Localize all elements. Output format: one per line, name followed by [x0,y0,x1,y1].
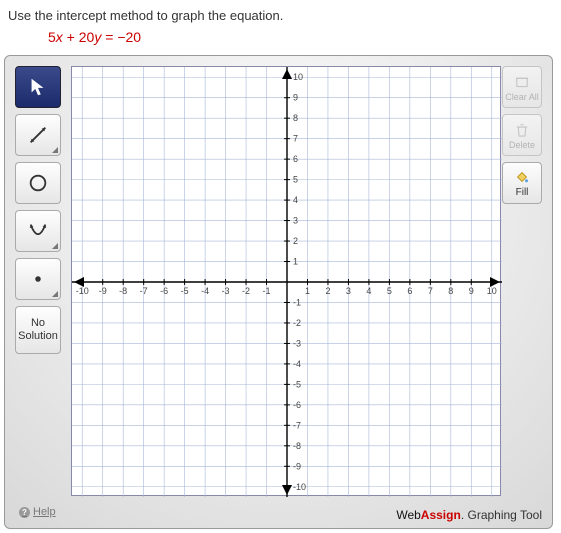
svg-text:-6: -6 [160,286,168,296]
eq-plus: + [63,29,79,45]
svg-text:8: 8 [448,286,453,296]
fill-label: Fill [516,187,529,198]
svg-text:-7: -7 [140,286,148,296]
circle-tool-button[interactable] [15,162,61,204]
point-icon [27,268,49,290]
equation: 5x + 20y = −20 [48,29,557,45]
svg-text:-5: -5 [181,286,189,296]
svg-text:5: 5 [293,175,298,185]
svg-text:3: 3 [346,286,351,296]
graphing-tool-frame: No Solution Clear All Delete Fill -10-9-… [4,55,553,529]
svg-text:-6: -6 [293,400,301,410]
svg-text:5: 5 [387,286,392,296]
svg-text:-4: -4 [201,286,209,296]
svg-text:3: 3 [293,216,298,226]
graph-canvas[interactable]: -10 -9 -8 -7 -6 -5 -4 -3 -2 -1 1 2 3 4 5 6 7 8 9 10 -10 -9 -8 -… [71,66,501,496]
no-solution-button[interactable]: No Solution [15,306,61,354]
dropdown-indicator-icon [52,291,58,297]
var-x: x [56,29,63,45]
svg-text:-1: -1 [263,286,271,296]
no-solution-label: No Solution [18,317,58,343]
right-toolbar: Clear All Delete Fill [502,66,544,204]
svg-text:7: 7 [293,134,298,144]
parabola-tool-button[interactable] [15,210,61,252]
svg-text:-8: -8 [119,286,127,296]
circle-icon [27,172,49,194]
svg-text:-2: -2 [242,286,250,296]
brand-footer: WebAssign. Graphing Tool [396,508,542,522]
eq-sign: = [101,29,117,45]
coef-b: 20 [79,29,95,45]
svg-text:-2: -2 [293,318,301,328]
svg-text:9: 9 [293,93,298,103]
svg-text:-8: -8 [293,441,301,451]
svg-text:-9: -9 [293,461,301,471]
clear-all-button[interactable]: Clear All [502,66,542,108]
brand-web: Web [396,508,420,522]
delete-button[interactable]: Delete [502,114,542,156]
delete-label: Delete [509,140,535,150]
fill-icon [513,168,531,186]
svg-text:9: 9 [469,286,474,296]
svg-text:6: 6 [407,286,412,296]
line-icon [27,124,49,146]
pointer-icon [27,76,49,98]
svg-text:-3: -3 [222,286,230,296]
line-tool-button[interactable] [15,114,61,156]
brand-suffix: Graphing Tool [464,508,542,522]
fill-button[interactable]: Fill [502,162,542,204]
svg-text:2: 2 [325,286,330,296]
svg-text:4: 4 [366,286,371,296]
svg-text:8: 8 [293,113,298,123]
svg-text:10: 10 [293,72,303,82]
brand-assign: Assign [421,508,461,522]
help-link[interactable]: ? Help [19,506,56,518]
dropdown-indicator-icon [52,243,58,249]
left-toolbar: No Solution [15,66,67,354]
help-icon: ? [19,507,30,518]
eq-rhs: −20 [117,29,141,45]
svg-text:1: 1 [305,286,310,296]
coef-a: 5 [48,29,56,45]
svg-text:10: 10 [487,286,497,296]
trash-icon [513,121,531,139]
svg-text:-3: -3 [293,338,301,348]
svg-text:-7: -7 [293,420,301,430]
svg-text:-1: -1 [293,297,301,307]
pointer-tool-button[interactable] [15,66,61,108]
svg-text:1: 1 [293,257,298,267]
dropdown-indicator-icon [52,147,58,153]
svg-text:2: 2 [293,236,298,246]
svg-text:-10: -10 [293,482,306,492]
svg-text:-10: -10 [76,286,89,296]
coordinate-grid: -10 -9 -8 -7 -6 -5 -4 -3 -2 -1 1 2 3 4 5 6 7 8 9 10 -10 -9 -8 -… [72,67,502,497]
svg-text:-5: -5 [293,379,301,389]
clear-all-label: Clear All [505,92,539,102]
help-label: Help [33,506,56,518]
svg-text:-9: -9 [99,286,107,296]
parabola-icon [27,220,49,242]
svg-text:-4: -4 [293,359,301,369]
svg-text:6: 6 [293,154,298,164]
svg-text:7: 7 [428,286,433,296]
clear-all-icon [513,73,531,91]
prompt-text: Use the intercept method to graph the eq… [8,8,557,23]
svg-text:4: 4 [293,195,298,205]
point-tool-button[interactable] [15,258,61,300]
